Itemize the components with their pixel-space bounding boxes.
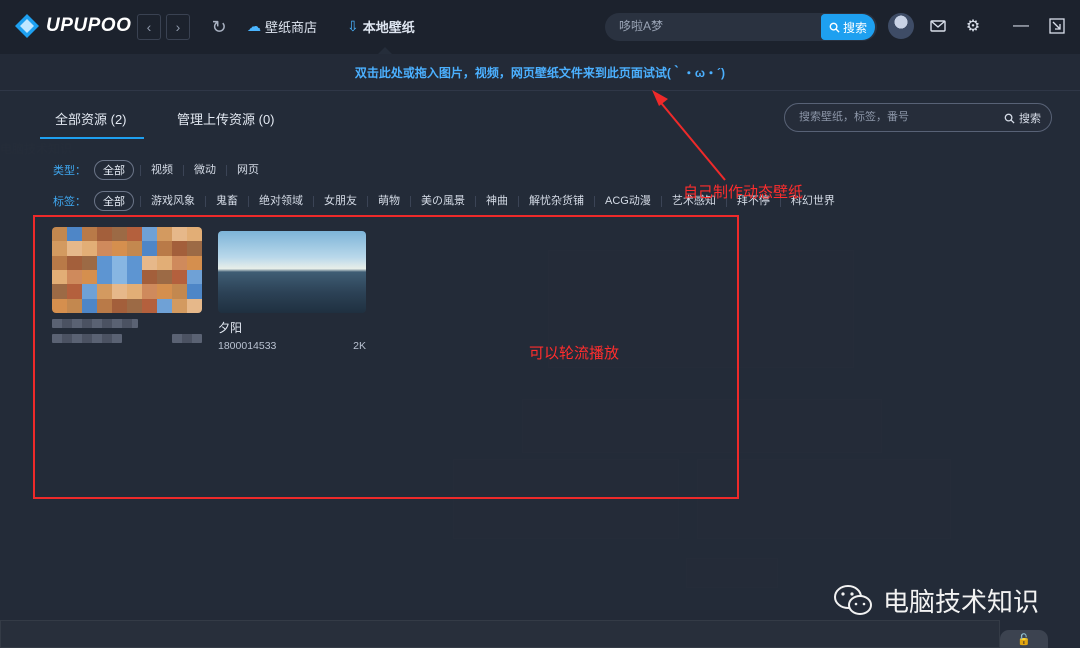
tag-filter-option[interactable]: 萌物 xyxy=(367,195,410,207)
type-filter-option[interactable]: 网页 xyxy=(226,164,269,176)
annotation-rotate-play: 可以轮流播放 xyxy=(529,345,620,362)
settings-button[interactable]: ⚙ xyxy=(962,15,984,37)
type-filter-row: 类型： 全部 视频 微动 网页 xyxy=(53,160,269,180)
panel-search-input[interactable] xyxy=(799,111,989,123)
tag-filter-all[interactable]: 全部 xyxy=(94,191,134,211)
tag-filter-option[interactable]: 鬼畜 xyxy=(205,195,248,207)
tag-filter-option[interactable]: 女朋友 xyxy=(313,195,367,207)
top-search-input[interactable] xyxy=(619,19,819,33)
tag-filter-option[interactable]: 美の風景 xyxy=(410,195,475,207)
nav-wallpaper-store[interactable]: ☁ 壁纸商店 xyxy=(247,17,317,36)
tag-filter-option[interactable]: 绝对领域 xyxy=(248,195,313,207)
watermark: 电脑技术知识 xyxy=(833,582,1039,619)
tab-all-resources[interactable]: 全部资源 (2) xyxy=(55,109,127,128)
nav-local-wallpaper[interactable]: ⇩ 本地壁纸 xyxy=(347,17,415,36)
tag-filter-option[interactable]: 游戏风象 xyxy=(140,195,205,207)
shrink-window-icon xyxy=(1049,18,1065,34)
minimize-icon: — xyxy=(1013,17,1029,34)
chevron-left-icon: ‹ xyxy=(146,19,152,35)
tag-filter-option[interactable]: 神曲 xyxy=(475,195,518,207)
chevron-right-icon: › xyxy=(175,19,181,35)
nav-local-wallpaper-label: 本地壁纸 xyxy=(362,20,415,35)
top-search-button[interactable]: 搜索 xyxy=(821,14,875,40)
tab-manage-uploads[interactable]: 管理上传资源 (0) xyxy=(177,109,275,128)
gear-icon: ⚙ xyxy=(965,18,981,35)
minimize-button[interactable]: — xyxy=(1010,15,1032,37)
back-button[interactable]: ‹ xyxy=(137,14,161,40)
search-icon xyxy=(1004,113,1015,124)
mail-icon xyxy=(930,20,946,32)
refresh-icon: ↻ xyxy=(211,16,227,37)
tag-filter-label: 标签： xyxy=(53,196,86,208)
active-nav-indicator xyxy=(378,47,392,54)
lock-button[interactable]: 🔓 xyxy=(1000,630,1048,648)
drop-hint[interactable]: 双击此处或拖入图片，视频，网页壁纸文件来到此页面试试(｀・ω・´) xyxy=(0,64,1080,81)
nav-wallpaper-store-label: 壁纸商店 xyxy=(265,20,318,35)
panel-search: 搜索 xyxy=(784,103,1052,132)
app-logo-text: UPUPOO xyxy=(46,15,132,36)
wechat-icon xyxy=(834,584,872,615)
forward-button[interactable]: › xyxy=(166,14,190,40)
tag-filter-option[interactable]: ACG动漫 xyxy=(594,195,661,207)
type-filter-option[interactable]: 视频 xyxy=(140,164,183,176)
tag-filter-option[interactable]: 解忧杂货铺 xyxy=(518,195,594,207)
type-filter-label: 类型： xyxy=(53,165,86,177)
mail-button[interactable] xyxy=(927,15,949,37)
active-tab-indicator xyxy=(40,137,144,139)
refresh-button[interactable]: ↻ xyxy=(208,16,230,38)
top-search: 搜索 xyxy=(605,13,877,41)
lock-icon: 🔓 xyxy=(1017,633,1031,646)
annotation-box xyxy=(33,215,739,499)
type-filter-option[interactable]: 微动 xyxy=(183,164,226,176)
type-filter-all[interactable]: 全部 xyxy=(94,160,134,180)
cloud-icon: ☁ xyxy=(247,18,261,34)
app-logo: UPUPOO xyxy=(14,13,131,39)
panel-search-button[interactable]: 搜索 xyxy=(1004,110,1041,126)
logo-icon xyxy=(15,14,39,38)
search-icon xyxy=(829,22,840,33)
shrink-window-button[interactable] xyxy=(1046,15,1068,37)
title-bar: UPUPOO ‹ › ↻ ☁ 壁纸商店 ⇩ 本地壁纸 搜索 ⚙ — xyxy=(0,0,1080,54)
annotation-make-wallpaper: 自己制作动态壁纸 xyxy=(683,184,804,201)
watermark-text: 电脑技术知识 xyxy=(883,587,1040,617)
avatar[interactable] xyxy=(888,13,914,39)
top-search-button-label: 搜索 xyxy=(842,20,867,35)
panel-search-button-label: 搜索 xyxy=(1019,113,1041,125)
download-icon: ⇩ xyxy=(347,18,359,34)
